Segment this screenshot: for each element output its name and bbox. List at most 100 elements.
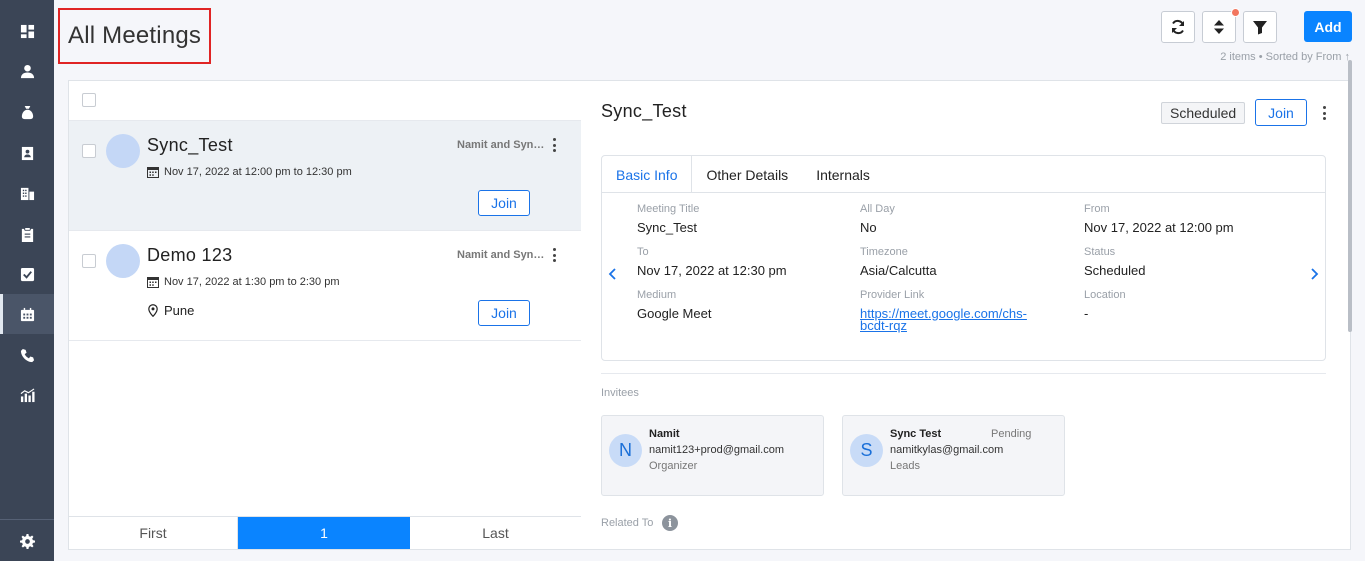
sidebar-divider xyxy=(0,519,54,520)
sidebar-item-calls[interactable] xyxy=(0,335,54,375)
invitee-name: Sync Test xyxy=(890,428,942,440)
item-checkbox[interactable] xyxy=(82,254,96,268)
field-label-from: From xyxy=(1084,203,1110,215)
meeting-title[interactable]: Demo 123 xyxy=(147,245,232,266)
pagination: First 1 Last xyxy=(69,516,581,549)
next-arrow-icon[interactable] xyxy=(1307,267,1321,281)
field-label-provider-link: Provider Link xyxy=(860,289,925,301)
invitee-card[interactable]: S Sync Test Pending namitkylas@gmail.com… xyxy=(842,415,1065,496)
detail-tabs: Basic Info Other Details Internals xyxy=(602,156,1325,193)
field-value-all-day: No xyxy=(860,220,877,235)
item-menu-button[interactable] xyxy=(549,247,559,263)
field-label-to: To xyxy=(637,246,649,258)
sidebar-item-quotes[interactable] xyxy=(0,214,54,254)
invitee-name: Namit xyxy=(649,428,680,440)
tab-other-details[interactable]: Other Details xyxy=(692,156,802,193)
page-title: All Meetings xyxy=(68,22,202,49)
tab-basic-info[interactable]: Basic Info xyxy=(602,156,693,193)
field-value-timezone: Asia/Calcutta xyxy=(860,263,937,278)
invitee-card[interactable]: N Namit namit123+prod@gmail.com Organize… xyxy=(601,415,824,496)
reports-icon xyxy=(20,387,35,402)
building-icon xyxy=(20,187,34,200)
sidebar-item-companies[interactable] xyxy=(0,173,54,213)
meeting-location: Pune xyxy=(147,303,194,318)
sidebar-item-tasks[interactable] xyxy=(0,254,54,294)
sidebar-item-accounts[interactable] xyxy=(0,133,54,173)
status-badge: Scheduled xyxy=(1161,102,1246,124)
sort-button[interactable] xyxy=(1202,8,1240,43)
sort-indicator-dot xyxy=(1231,8,1240,17)
filter-button[interactable] xyxy=(1243,11,1277,43)
add-button[interactable]: Add xyxy=(1304,11,1352,42)
sort-info: 2 items • Sorted by From ↑ xyxy=(1220,51,1350,63)
meeting-participants: Namit and Sync Test xyxy=(457,249,549,261)
invitee-role: Organizer xyxy=(649,460,698,472)
page-scrollbar[interactable] xyxy=(1348,60,1352,332)
pagination-page[interactable]: 1 xyxy=(238,517,410,549)
pagination-last[interactable]: Last xyxy=(410,517,581,549)
field-label-timezone: Timezone xyxy=(860,246,908,258)
pagination-first[interactable]: First xyxy=(69,517,238,549)
invitee-status: Pending xyxy=(991,428,1032,440)
filter-icon xyxy=(1253,21,1267,35)
sidebar-item-reports[interactable] xyxy=(0,375,54,415)
calendar-icon xyxy=(147,167,159,178)
phone-icon xyxy=(20,348,34,362)
provider-link[interactable]: https://meet.google.com/chs-bcdt-rqz xyxy=(860,307,1050,332)
item-menu-button[interactable] xyxy=(549,137,559,153)
invitee-role: Leads xyxy=(890,460,920,472)
tab-internals[interactable]: Internals xyxy=(802,156,884,193)
field-label-meeting-title: Meeting Title xyxy=(637,203,700,215)
meeting-list-panel: Sync_Test Namit and Sync Test Nov 17, 20… xyxy=(68,80,582,550)
field-label-location: Location xyxy=(1084,289,1126,301)
field-value-meeting-title: Sync_Test xyxy=(637,220,697,235)
list-item[interactable]: Demo 123 Namit and Sync Test Nov 17, 202… xyxy=(69,231,581,341)
sidebar-item-meetings[interactable] xyxy=(0,294,54,334)
meeting-datetime: Nov 17, 2022 at 1:30 pm to 2:30 pm xyxy=(147,276,340,288)
list-item[interactable]: Sync_Test Namit and Sync Test Nov 17, 20… xyxy=(69,121,581,231)
calendar-icon xyxy=(20,307,34,321)
prev-arrow-icon[interactable] xyxy=(606,267,620,281)
invitee-avatar: S xyxy=(850,434,883,467)
sort-icon xyxy=(1214,20,1224,34)
join-button[interactable]: Join xyxy=(478,190,530,216)
list-header xyxy=(69,81,581,121)
detail-menu-button[interactable] xyxy=(1319,105,1329,121)
dashboard-icon xyxy=(20,24,34,38)
item-checkbox[interactable] xyxy=(82,144,96,158)
invitee-email: namit123+prod@gmail.com xyxy=(649,444,784,456)
refresh-button[interactable] xyxy=(1161,11,1195,43)
section-divider xyxy=(601,373,1326,374)
field-label-status: Status xyxy=(1084,246,1116,258)
related-to-label: Related To xyxy=(601,517,654,529)
invitee-avatar: N xyxy=(609,434,642,467)
detail-join-button[interactable]: Join xyxy=(1255,99,1307,126)
user-icon xyxy=(20,64,34,78)
sidebar-item-contacts[interactable] xyxy=(0,51,54,91)
field-value-location: - xyxy=(1084,306,1089,321)
sidebar-item-settings[interactable] xyxy=(0,521,54,561)
detail-title: Sync_Test xyxy=(601,101,687,121)
field-label-medium: Medium xyxy=(637,289,677,301)
sidebar-item-dashboard[interactable] xyxy=(0,11,54,51)
field-value-to: Nov 17, 2022 at 12:30 pm xyxy=(637,263,787,278)
datetime-text: Nov 17, 2022 at 1:30 pm to 2:30 pm xyxy=(164,276,340,288)
location-pin-icon xyxy=(148,304,158,317)
refresh-icon xyxy=(1172,19,1184,35)
select-all-checkbox[interactable] xyxy=(82,93,96,107)
field-value-medium: Google Meet xyxy=(637,306,712,321)
sidebar-item-deals[interactable] xyxy=(0,92,54,132)
meeting-datetime: Nov 17, 2022 at 12:00 pm to 12:30 pm xyxy=(147,166,352,178)
info-icon[interactable]: i xyxy=(662,515,678,531)
gear-icon xyxy=(19,533,35,549)
contact-card-icon xyxy=(21,146,33,160)
meeting-title[interactable]: Sync_Test xyxy=(147,135,233,156)
datetime-text: Nov 17, 2022 at 12:00 pm to 12:30 pm xyxy=(164,166,352,178)
join-button[interactable]: Join xyxy=(478,300,530,326)
location-text: Pune xyxy=(164,303,195,318)
clipboard-icon xyxy=(21,226,33,242)
calendar-icon xyxy=(147,277,159,288)
invitees-label: Invitees xyxy=(601,387,639,399)
info-card: Basic Info Other Details Internals Meeti… xyxy=(601,155,1326,361)
money-bag-icon xyxy=(21,105,33,119)
